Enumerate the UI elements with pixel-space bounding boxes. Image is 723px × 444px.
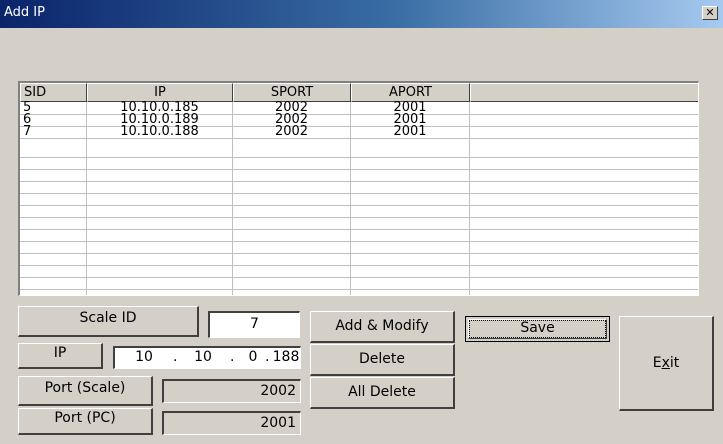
column-header-filler — [470, 83, 698, 102]
add-modify-button-label: Add & Modify — [335, 318, 429, 334]
ip-octet-3[interactable]: 0 — [242, 348, 264, 366]
grid-line — [20, 241, 698, 242]
grid-line — [20, 265, 698, 266]
port-pc-label-text: Port (PC) — [54, 410, 116, 426]
port-scale-field[interactable]: 2002 — [162, 379, 301, 403]
close-button[interactable]: ✕ — [702, 6, 718, 20]
ip-label: IP — [18, 343, 103, 369]
grid-line — [20, 193, 698, 194]
grid-line — [20, 277, 698, 278]
cell-ip: 10.10.0.188 — [120, 124, 199, 139]
ip-octet-1[interactable]: 10 — [133, 348, 155, 366]
port-pc-value: 2001 — [260, 415, 296, 431]
ip-dot: . — [173, 349, 178, 365]
cell-sid: 7 — [23, 124, 32, 139]
ip-address-field[interactable]: 10 . 10 . 0 . 188 — [113, 346, 301, 369]
exit-label-suffix: it — [669, 355, 680, 371]
save-button-label: Save — [520, 320, 555, 336]
grid-line — [20, 157, 698, 158]
grid-line — [20, 289, 698, 290]
port-scale-label-text: Port (Scale) — [44, 380, 126, 396]
save-button[interactable]: Save — [465, 316, 610, 342]
ip-dot: . — [265, 349, 270, 365]
exit-label-mnemonic: x — [661, 355, 670, 371]
add-ip-dialog: Add IP ✕ SID IP SPORT APORT 5 10.10.0.18… — [0, 0, 723, 444]
scale-id-label-text: Scale ID — [79, 310, 137, 326]
grid-line — [20, 253, 698, 254]
list-body: 5 10.10.0.185 2002 2001 6 10.10.0.189 20… — [20, 101, 698, 295]
cell-sport: 2002 — [274, 124, 309, 139]
grid-line — [20, 181, 698, 182]
add-modify-button[interactable]: Add & Modify — [310, 311, 455, 343]
ip-list-view[interactable]: SID IP SPORT APORT 5 10.10.0.185 2002 20… — [18, 81, 699, 296]
scale-id-label: Scale ID — [18, 306, 199, 337]
delete-button[interactable]: Delete — [310, 344, 455, 376]
scale-id-field[interactable]: 7 — [208, 311, 300, 338]
port-pc-field[interactable]: 2001 — [162, 411, 301, 435]
title-bar[interactable]: Add IP ✕ — [0, 0, 723, 28]
ip-octet-2[interactable]: 10 — [192, 348, 214, 366]
delete-button-label: Delete — [359, 351, 405, 367]
scale-id-value: 7 — [250, 316, 259, 332]
ip-octet-4[interactable]: 188 — [271, 348, 301, 366]
all-delete-button-label: All Delete — [348, 384, 416, 400]
ip-label-text: IP — [53, 345, 67, 361]
port-scale-value: 2002 — [260, 383, 296, 399]
grid-line — [20, 169, 698, 170]
ip-dot: . — [230, 349, 235, 365]
grid-line — [20, 217, 698, 218]
cell-aport: 2001 — [393, 124, 427, 139]
exit-button[interactable]: Exit — [619, 316, 714, 411]
grid-line — [469, 102, 470, 295]
all-delete-button[interactable]: All Delete — [310, 377, 455, 409]
port-pc-label: Port (PC) — [18, 408, 153, 435]
exit-button-label: Exit — [653, 355, 680, 371]
port-scale-label: Port (Scale) — [18, 376, 153, 406]
exit-label-prefix: E — [652, 355, 662, 371]
window-title: Add IP — [4, 5, 45, 20]
grid-line — [20, 205, 698, 206]
close-icon: ✕ — [705, 6, 715, 19]
grid-line — [20, 229, 698, 230]
